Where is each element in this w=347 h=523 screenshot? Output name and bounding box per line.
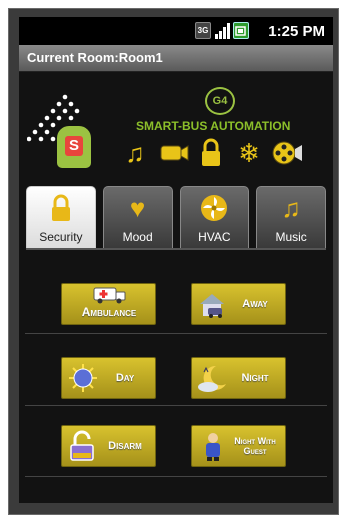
tab-label: Mood [122, 230, 153, 244]
guest-icon [196, 430, 230, 462]
tab-music[interactable]: ♫ Music [256, 186, 326, 248]
divider [25, 405, 327, 406]
tab-label: Security [39, 230, 83, 244]
sun-icon [66, 362, 100, 394]
button-label: Ambulance [81, 305, 137, 319]
title-bar: Current Room:Room1 [19, 45, 333, 72]
status-bar: 3G 1:25 PM [19, 17, 333, 45]
g4-badge: G4 [205, 87, 235, 115]
snowflake-icon: ❄ [238, 138, 260, 168]
button-label: Away [242, 298, 268, 310]
disarm-button[interactable]: Disarm [61, 425, 156, 467]
tab-security[interactable]: Security [26, 186, 96, 248]
brand-name: SMART-BUS AUTOMATION [136, 119, 291, 133]
ambulance-icon [92, 284, 126, 304]
tab-divider [26, 248, 326, 250]
tab-bar: Security ♥ Mood HVAC ♫ Music [26, 186, 326, 248]
phone-screen: 3G 1:25 PM Current Room:Room1 S G4 SMART… [19, 17, 333, 503]
divider [25, 333, 327, 334]
header: S G4 SMART-BUS AUTOMATION ♫ ❄ [19, 71, 333, 201]
signal-icon [214, 22, 230, 39]
security-panel: Ambulance Away Day Night Disarm Night Wi… [19, 263, 333, 503]
lock-icon [195, 136, 227, 170]
tab-hvac[interactable]: HVAC [179, 186, 250, 248]
film-reel-icon [271, 136, 303, 170]
music-icon: ♫ [281, 193, 301, 223]
heart-icon: ♥ [129, 193, 146, 223]
music-icon: ♫ [125, 138, 145, 168]
fan-icon [181, 193, 249, 230]
header-icons: ♫ ❄ [119, 136, 303, 170]
battery-icon [233, 22, 249, 39]
camera-icon [157, 136, 189, 170]
moon-icon [196, 362, 230, 394]
status-time: 1:25 PM [268, 23, 325, 40]
button-label: Night [241, 372, 269, 384]
button-label: Night With Guest [234, 436, 276, 456]
button-label: Day [115, 372, 135, 384]
tab-mood[interactable]: ♥ Mood [102, 186, 173, 248]
tab-label: HVAC [198, 230, 231, 244]
unlock-icon [66, 430, 100, 462]
page-title: Current Room:Room1 [27, 50, 163, 65]
divider [25, 476, 327, 477]
lock-icon [27, 193, 95, 230]
night-button[interactable]: Night [191, 357, 286, 399]
away-button[interactable]: Away [191, 283, 286, 325]
car-house-icon [196, 288, 230, 320]
android-logo: S [57, 126, 91, 168]
3g-icon: 3G [195, 22, 211, 39]
night-with-guest-button[interactable]: Night With Guest [191, 425, 286, 467]
button-label: Disarm [108, 440, 142, 452]
day-button[interactable]: Day [61, 357, 156, 399]
tab-label: Music [275, 230, 307, 244]
ambulance-button[interactable]: Ambulance [61, 283, 156, 325]
logo-letter: S [65, 136, 83, 156]
